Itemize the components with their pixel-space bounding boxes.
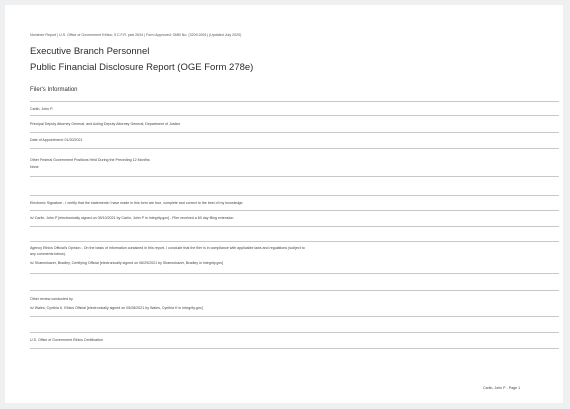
appointment-date: Date of Appointment: 01/20/2021 <box>30 138 83 142</box>
document-title: Executive Branch Personnel <box>30 46 150 57</box>
filer-name: Carlin, John P. <box>30 107 54 111</box>
document-page: Nominee Report | U.S. Office of Governme… <box>5 5 563 403</box>
document-subtitle: Public Financial Disclosure Report (OGE … <box>30 62 254 73</box>
other-review-signature: /s/ Wales, Cynthia K, Ethics Official [e… <box>30 306 203 310</box>
filer-signature: /s/ Carlin, John P [electronically signe… <box>30 216 235 220</box>
divider <box>30 241 559 242</box>
divider <box>30 132 559 133</box>
divider <box>30 115 559 116</box>
divider <box>30 226 559 227</box>
filer-section-title: Filer's Information <box>30 87 78 93</box>
form-fineprint: Nominee Report | U.S. Office of Governme… <box>30 33 242 37</box>
other-positions-value: None <box>30 165 39 169</box>
filer-position: Principal Deputy Attorney General, and A… <box>30 122 181 126</box>
divider <box>30 176 559 177</box>
divider <box>30 316 559 317</box>
divider <box>30 273 559 274</box>
electronic-signature-statement: Electronic Signature - I certify that th… <box>30 201 244 205</box>
divider <box>30 195 559 196</box>
divider <box>30 348 559 349</box>
oge-certification: U.S. Office of Government Ethics Certifi… <box>30 338 103 342</box>
divider <box>30 332 559 333</box>
divider <box>30 290 559 291</box>
other-review-label: Other review conducted by <box>30 297 73 301</box>
divider <box>30 101 559 102</box>
page-footer: Carlin, John P - Page 1 <box>483 386 521 390</box>
agency-signature: /s/ Shaneshazer, Bradley, Certifying Off… <box>30 261 224 265</box>
agency-opinion-line1: Agency Ethics Official's Opinion - On th… <box>30 246 305 250</box>
divider <box>30 210 559 211</box>
agency-opinion-line2: any comments below). <box>30 252 66 256</box>
divider <box>30 148 559 149</box>
other-positions-label: Other Federal Government Positions Held … <box>30 158 151 162</box>
